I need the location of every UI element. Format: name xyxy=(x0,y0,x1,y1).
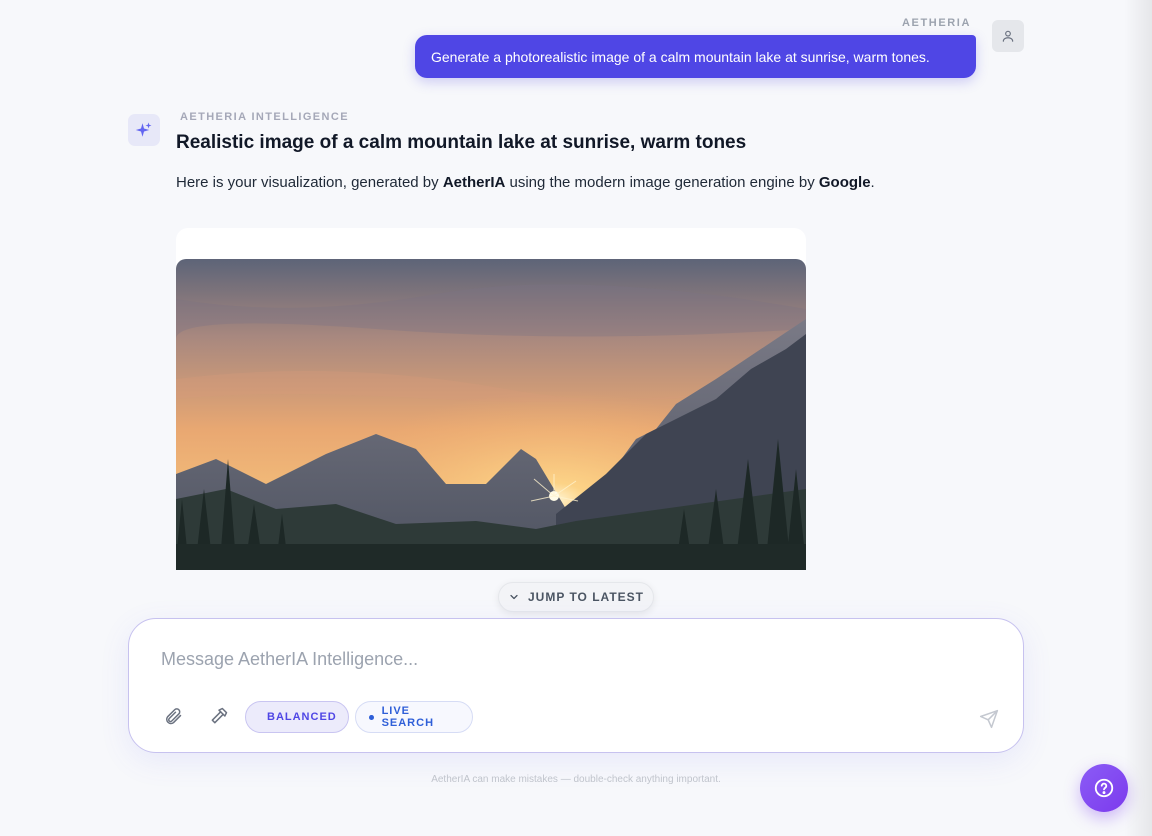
chevron-down-icon xyxy=(510,594,518,600)
assistant-label: AETHERIA INTELLIGENCE xyxy=(180,111,349,123)
live-search-chip[interactable]: LIVE SEARCH xyxy=(355,701,473,733)
response-text: Here is your visualization, generated by… xyxy=(176,174,875,191)
response-title: Realistic image of a calm mountain lake … xyxy=(176,132,747,153)
message-composer: BALANCED LIVE SEARCH xyxy=(128,618,1024,753)
mode-chip-label: BALANCED xyxy=(267,711,337,723)
mode-chip-balanced[interactable]: BALANCED xyxy=(245,701,349,733)
user-avatar[interactable] xyxy=(992,20,1024,52)
sparkle-icon xyxy=(135,122,152,137)
help-button[interactable] xyxy=(1080,764,1128,812)
disclaimer-text: AetherIA can make mistakes — double-chec… xyxy=(431,774,721,785)
response-text-middle: using the modern image generation engine… xyxy=(505,174,819,191)
mountain-lake-sunrise-image[interactable] xyxy=(176,259,806,570)
jump-to-latest-label: JUMP TO LATEST xyxy=(527,590,644,604)
user-message-text: Generate a photorealistic image of a cal… xyxy=(431,48,930,65)
send-icon xyxy=(979,709,999,729)
help-icon xyxy=(1094,778,1114,798)
response-text-prefix: Here is your visualization, generated by xyxy=(176,174,443,191)
user-message-bubble: Generate a photorealistic image of a cal… xyxy=(415,35,976,78)
send-button[interactable] xyxy=(977,707,1001,731)
tools-button[interactable] xyxy=(208,705,230,727)
user-icon xyxy=(1002,30,1014,42)
live-search-label: LIVE SEARCH xyxy=(381,705,435,729)
assistant-avatar xyxy=(128,114,160,146)
engine-name: Google xyxy=(818,174,871,191)
brand-name: AetherIA xyxy=(442,174,506,191)
paperclip-icon xyxy=(166,708,182,725)
response-text-suffix: . xyxy=(870,174,875,191)
attach-button[interactable] xyxy=(162,705,184,727)
generated-image-card xyxy=(176,228,806,570)
message-input[interactable] xyxy=(161,649,941,670)
right-edge-shadow xyxy=(1124,0,1152,836)
user-label: AETHERIA xyxy=(901,17,971,29)
hammer-icon xyxy=(211,707,228,724)
live-search-dot xyxy=(369,714,374,720)
jump-to-latest-button[interactable]: JUMP TO LATEST xyxy=(498,582,654,612)
